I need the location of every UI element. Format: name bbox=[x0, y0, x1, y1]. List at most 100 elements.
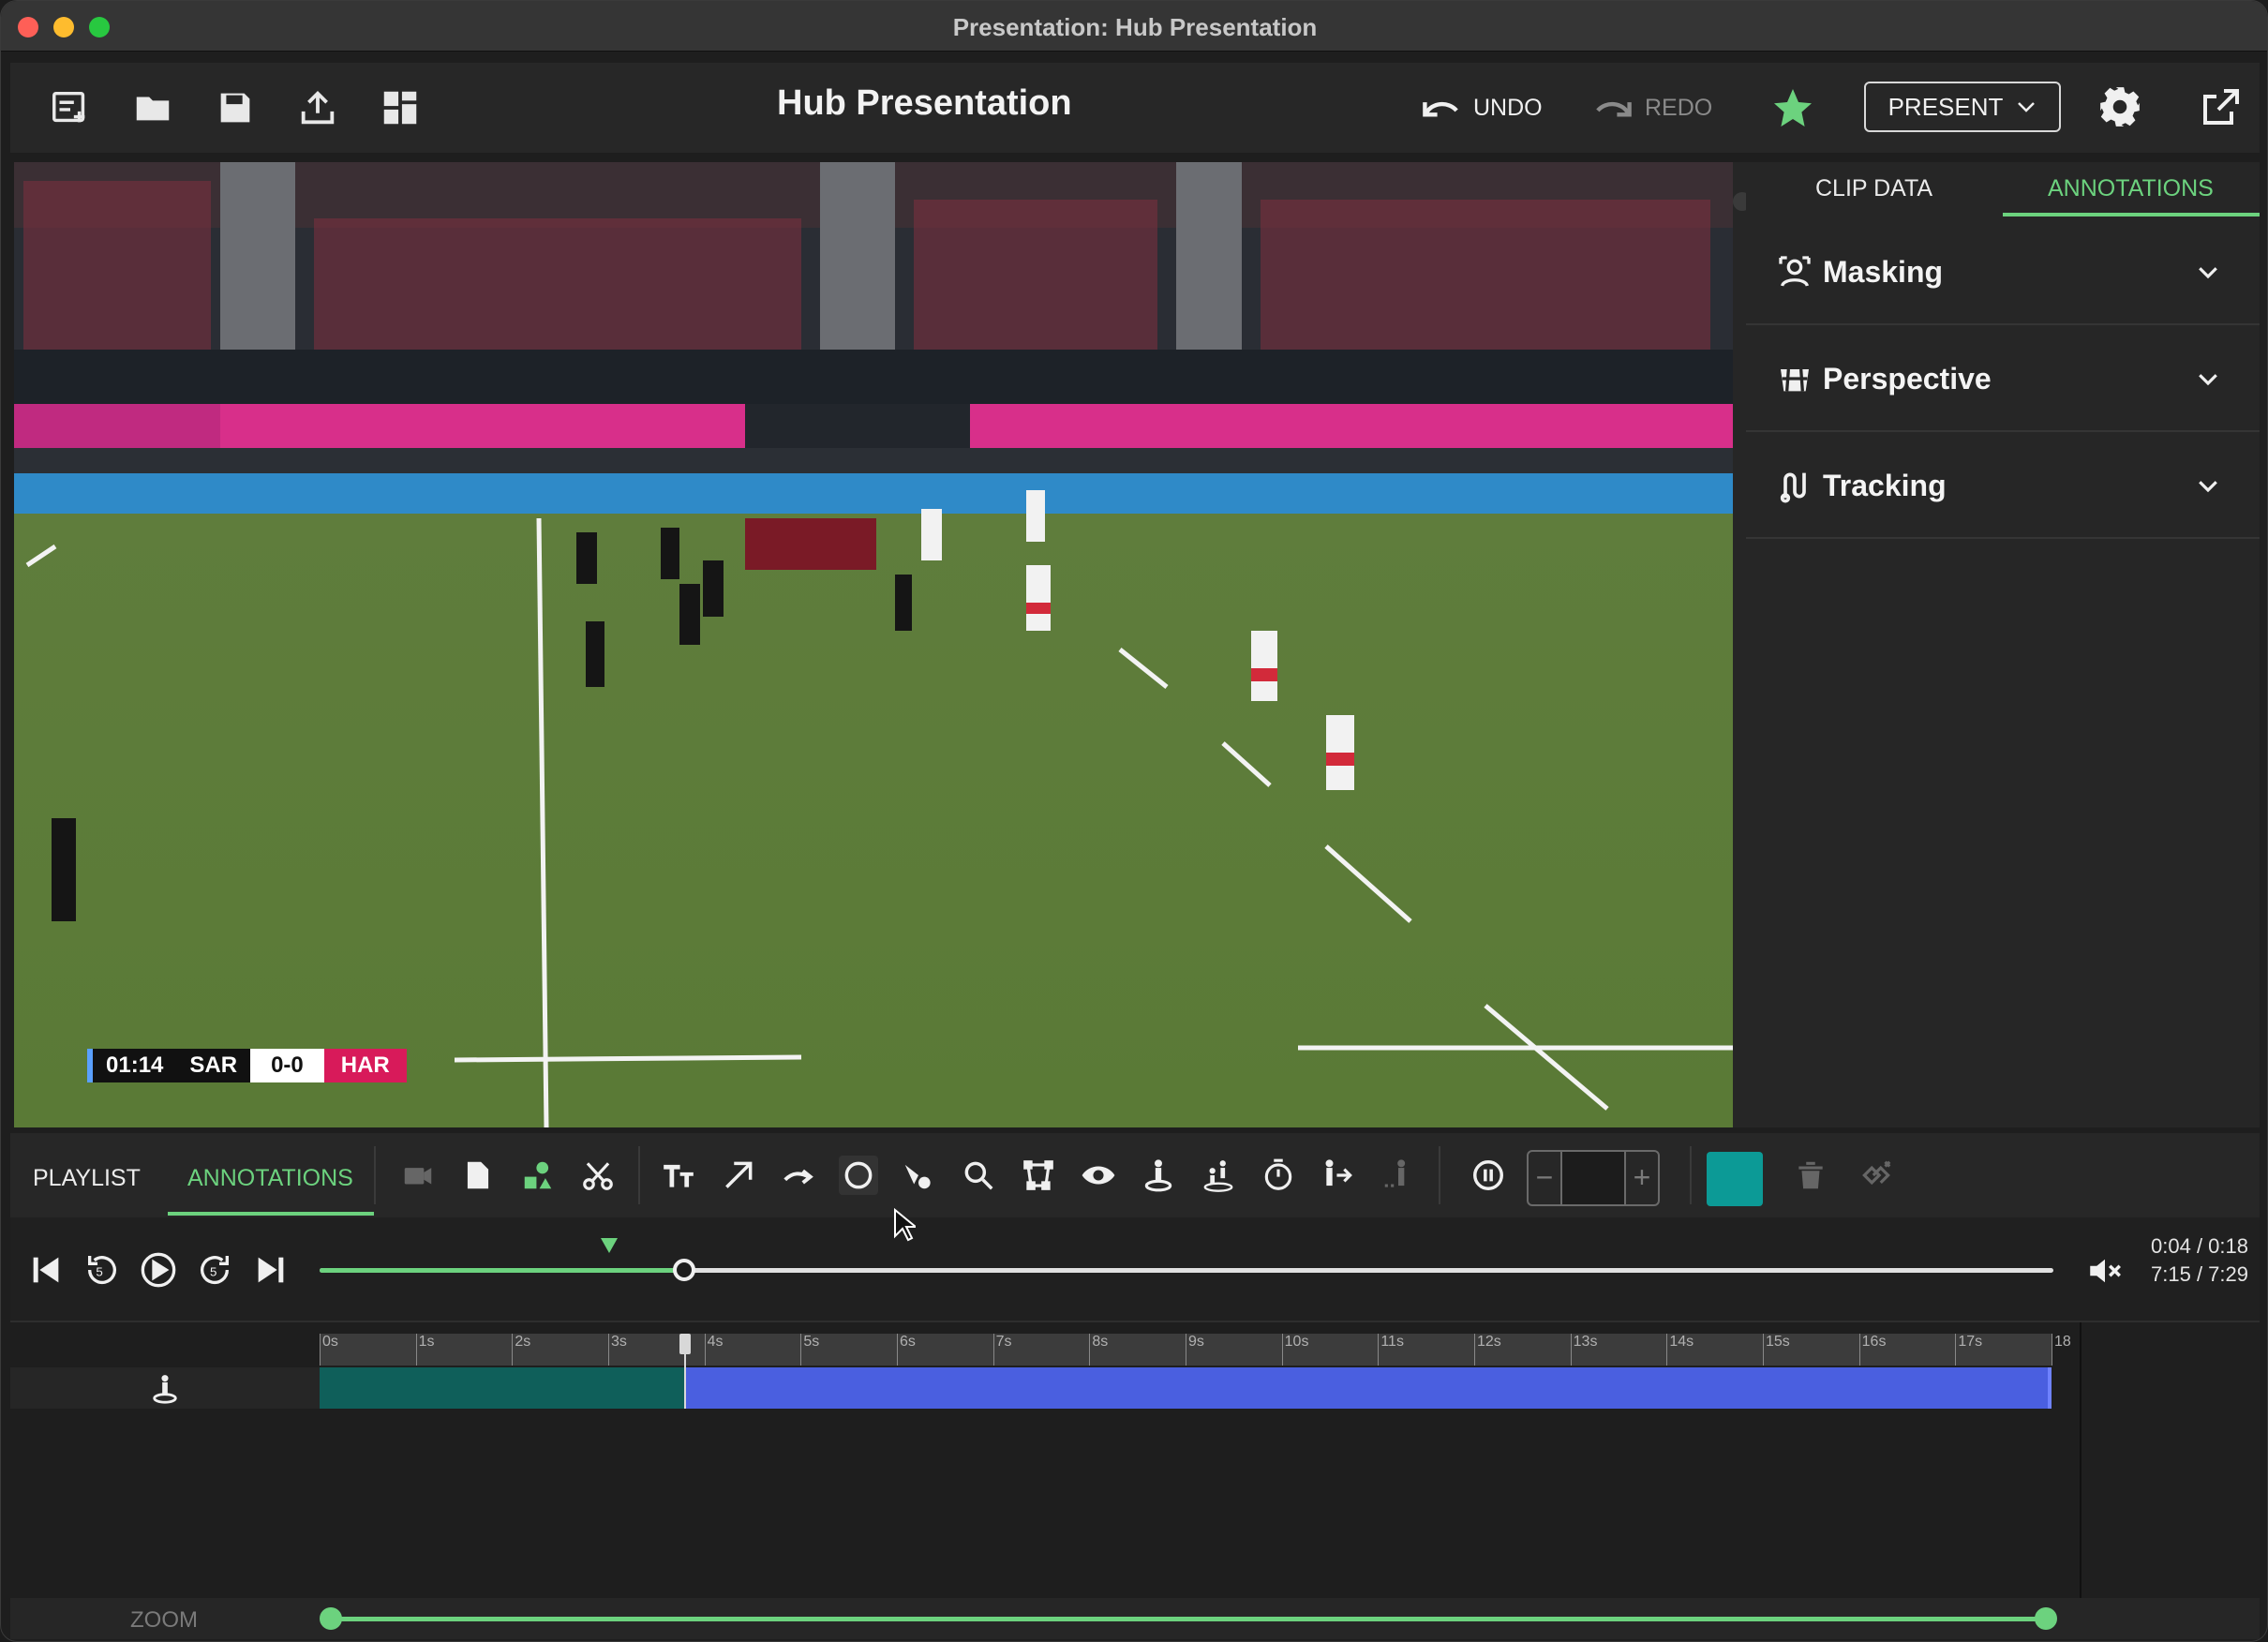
zoom-slider[interactable] bbox=[320, 1607, 2057, 1630]
scissors-icon[interactable] bbox=[578, 1156, 618, 1195]
new-presentation-icon[interactable] bbox=[48, 85, 93, 130]
timeline-tick: 8s bbox=[1089, 1334, 1108, 1366]
stepper-plus-button[interactable]: + bbox=[1624, 1152, 1658, 1204]
score: 0-0 bbox=[250, 1049, 324, 1082]
trash-icon[interactable] bbox=[1791, 1156, 1830, 1195]
timeline[interactable]: 0s 1s 2s 3s 4s 5s 6s 7s 8s 9s 10s 11s 12s 13s 14s 15s 16… bbox=[10, 1322, 2081, 1598]
present-button[interactable]: PRESENT bbox=[1864, 82, 2061, 132]
external-link-icon[interactable] bbox=[2198, 85, 2243, 130]
undo-icon bbox=[1423, 101, 1458, 117]
track-header bbox=[10, 1367, 320, 1409]
clip-time: 0:04 / 0:18 bbox=[2151, 1234, 2248, 1258]
zoom-end-handle[interactable] bbox=[2035, 1607, 2057, 1630]
video-frame[interactable]: 01:14 SAR 0-0 HAR bbox=[14, 162, 1733, 1127]
tab-clip-data[interactable]: CLIP DATA bbox=[1815, 175, 1932, 202]
forward-icon[interactable]: 5 bbox=[196, 1251, 233, 1289]
undo-button[interactable]: UNDO bbox=[1421, 89, 1543, 127]
accordion-perspective[interactable]: Perspective bbox=[1746, 327, 2260, 432]
timeline-tick: 13s bbox=[1570, 1334, 1597, 1366]
tracking-icon bbox=[1780, 472, 1806, 503]
redo-button[interactable]: REDO bbox=[1592, 89, 1712, 127]
bottom-panel: PLAYLIST ANNOTATIONS − + 5 5 0:04 / 0:18… bbox=[10, 1133, 2260, 1639]
scrub-bar[interactable] bbox=[320, 1238, 2053, 1281]
timeline-tick: 5s bbox=[800, 1334, 819, 1366]
timeline-ruler[interactable]: 0s 1s 2s 3s 4s 5s 6s 7s 8s 9s 10s 11s 12s 13s 14s 15s 16… bbox=[320, 1334, 2071, 1366]
toolbar-divider bbox=[1439, 1146, 1440, 1204]
timeline-playhead[interactable] bbox=[679, 1334, 692, 1409]
clip-segment[interactable] bbox=[685, 1367, 2052, 1409]
mute-icon[interactable] bbox=[2085, 1251, 2125, 1291]
right-panel-tabs: CLIP DATA ANNOTATIONS bbox=[1746, 162, 2260, 220]
tab-playlist[interactable]: PLAYLIST bbox=[33, 1165, 141, 1192]
play-icon[interactable] bbox=[140, 1251, 177, 1289]
chevron-down-icon bbox=[2199, 267, 2217, 279]
player-move-icon[interactable] bbox=[1319, 1156, 1358, 1195]
redo-label: REDO bbox=[1645, 94, 1713, 121]
toolbar-divider bbox=[374, 1146, 376, 1204]
panel-resize-handle[interactable] bbox=[1733, 162, 1752, 1127]
camera-icon[interactable] bbox=[398, 1156, 438, 1195]
clear-keyframes-icon[interactable] bbox=[1857, 1156, 1896, 1195]
shapes-icon[interactable] bbox=[518, 1156, 558, 1195]
annotation-toolbar: PLAYLIST ANNOTATIONS − + bbox=[10, 1133, 2260, 1217]
annotation-track bbox=[10, 1334, 2052, 1409]
scrub-progress bbox=[320, 1268, 684, 1273]
upload-icon[interactable] bbox=[295, 85, 340, 130]
player-marker-icon bbox=[153, 1375, 177, 1404]
timeline-tick: 0s bbox=[320, 1334, 338, 1366]
star-icon[interactable] bbox=[1770, 85, 1815, 130]
skip-start-icon[interactable] bbox=[27, 1251, 65, 1289]
tab-annotations[interactable]: ANNOTATIONS bbox=[187, 1165, 353, 1192]
eye-icon[interactable] bbox=[1079, 1156, 1118, 1195]
chevron-down-icon bbox=[2199, 481, 2217, 493]
settings-icon[interactable] bbox=[2096, 83, 2143, 130]
scrub-handle[interactable] bbox=[672, 1259, 695, 1281]
accordion-masking[interactable]: Masking bbox=[1746, 220, 2260, 325]
timeline-tick: 3s bbox=[608, 1334, 627, 1366]
stepper-value-input[interactable] bbox=[1562, 1152, 1626, 1204]
clip-played-segment[interactable] bbox=[320, 1367, 686, 1409]
stepper-minus-button[interactable]: − bbox=[1529, 1152, 1562, 1204]
save-icon[interactable] bbox=[213, 85, 258, 130]
timer-icon[interactable] bbox=[1259, 1156, 1298, 1195]
player-marker-icon[interactable] bbox=[1139, 1156, 1178, 1195]
annotation-marker[interactable] bbox=[600, 1238, 618, 1253]
rewind-icon[interactable]: 5 bbox=[83, 1251, 121, 1289]
zoom-start-handle[interactable] bbox=[320, 1607, 342, 1630]
arrow-icon[interactable] bbox=[719, 1156, 758, 1195]
curved-arrow-icon[interactable] bbox=[779, 1156, 818, 1195]
game-clock: 01:14 bbox=[93, 1049, 177, 1082]
skip-end-icon[interactable] bbox=[252, 1251, 290, 1289]
timeline-tick: 12s bbox=[1474, 1334, 1501, 1366]
color-swatch[interactable] bbox=[1707, 1152, 1763, 1206]
total-time: 7:15 / 7:29 bbox=[2151, 1262, 2248, 1286]
timeline-tick: 16s bbox=[1858, 1334, 1886, 1366]
folder-icon[interactable] bbox=[130, 85, 175, 130]
circle-icon[interactable] bbox=[839, 1156, 878, 1195]
duration-stepper[interactable]: − + bbox=[1527, 1150, 1660, 1206]
perspective-icon bbox=[1781, 368, 1809, 392]
timeline-tick: 10s bbox=[1281, 1334, 1308, 1366]
accordion-tracking[interactable]: Tracking bbox=[1746, 434, 2260, 539]
toolbar-divider bbox=[638, 1146, 640, 1204]
playback-controls: 5 5 0:04 / 0:18 7:15 / 7:29 bbox=[10, 1217, 2260, 1322]
page-icon[interactable] bbox=[458, 1156, 498, 1195]
toolbar-divider bbox=[1690, 1146, 1692, 1204]
chevron-down-icon bbox=[2199, 374, 2217, 386]
zoom-control: ZOOM bbox=[10, 1598, 2260, 1639]
tab-annotations[interactable]: ANNOTATIONS bbox=[2048, 175, 2214, 202]
multi-marker-icon[interactable] bbox=[1199, 1156, 1238, 1195]
spotlight-icon[interactable] bbox=[899, 1156, 938, 1195]
active-tab-indicator bbox=[2003, 213, 2260, 216]
text-icon[interactable] bbox=[659, 1156, 698, 1195]
masking-icon bbox=[1779, 256, 1811, 287]
player-ghost-icon[interactable] bbox=[1379, 1156, 1418, 1195]
magnifier-icon[interactable] bbox=[959, 1156, 998, 1195]
polygon-icon[interactable] bbox=[1019, 1156, 1058, 1195]
timeline-tick: 7s bbox=[992, 1334, 1012, 1366]
timeline-tick: 1s bbox=[415, 1334, 435, 1366]
pause-icon[interactable] bbox=[1469, 1156, 1508, 1195]
grid-icon[interactable] bbox=[378, 85, 423, 130]
timeline-tick: 9s bbox=[1186, 1334, 1204, 1366]
mouse-cursor bbox=[894, 1208, 916, 1242]
